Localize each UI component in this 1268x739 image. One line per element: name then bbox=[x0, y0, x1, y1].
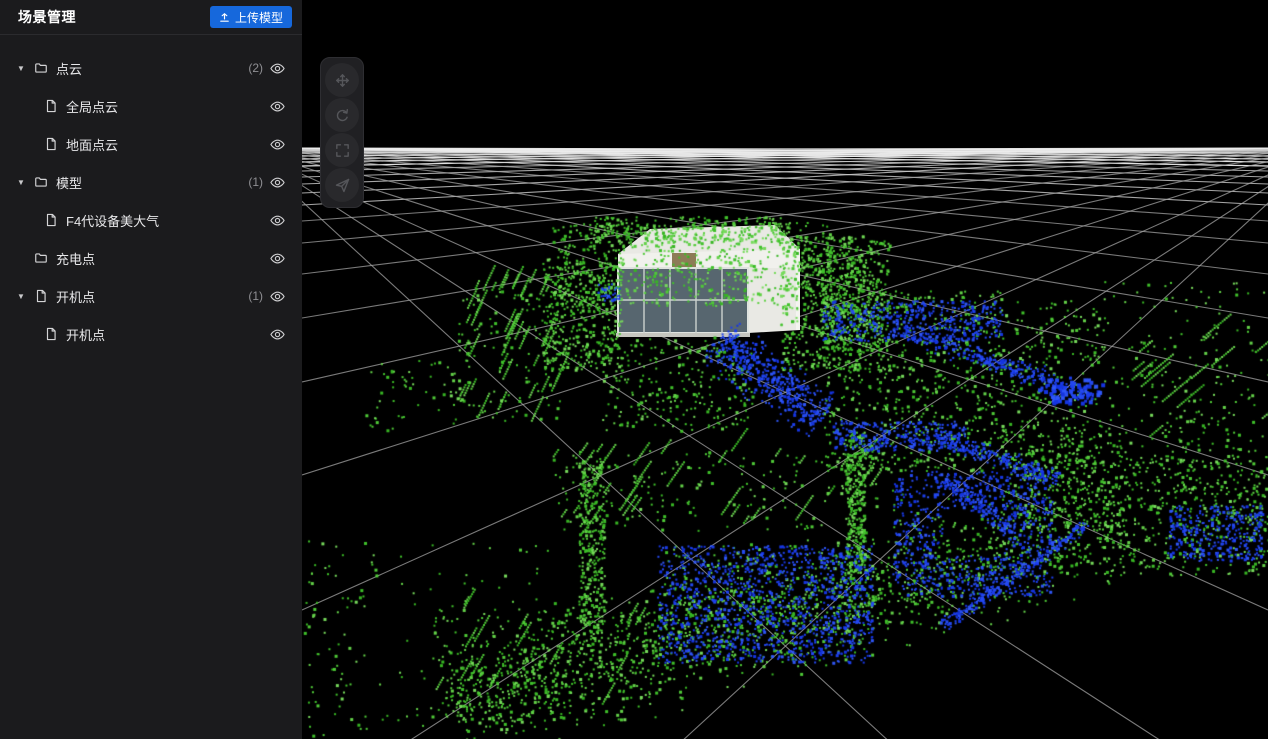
pan-button[interactable] bbox=[325, 63, 359, 97]
visibility-eye-icon[interactable] bbox=[270, 326, 286, 342]
file-icon bbox=[34, 289, 49, 304]
fit-view-icon bbox=[334, 142, 351, 159]
page-title: 场景管理 bbox=[18, 7, 76, 27]
expander-icon[interactable]: ▼ bbox=[17, 178, 31, 187]
tree-row-7[interactable]: 开机点 bbox=[0, 315, 302, 353]
tree-node-label: 开机点 bbox=[56, 287, 95, 306]
child-count: (1) bbox=[248, 175, 263, 189]
tree-node-label: 充电点 bbox=[56, 249, 95, 268]
tree-node-label: 点云 bbox=[56, 59, 82, 78]
pan-icon bbox=[334, 72, 351, 89]
visibility-eye-icon[interactable] bbox=[270, 212, 286, 228]
scene-tree: ▼ 点云 (2) 全局点云地面点云 ▼ 模型 (1) F4代设备美大气充电点 ▼ 开机点 (1) 开机… bbox=[0, 35, 302, 353]
file-icon bbox=[44, 137, 59, 152]
folder-icon bbox=[34, 175, 49, 190]
pointcloud-canvas[interactable] bbox=[302, 0, 1268, 739]
navigate-button[interactable] bbox=[325, 168, 359, 202]
visibility-eye-icon[interactable] bbox=[270, 98, 286, 114]
scene-manager-app: 场景管理 上传模型 ▼ 点云 (2) 全局点云地面点云 ▼ 模型 (1) F4代设备美大气充电… bbox=[0, 0, 1268, 739]
file-icon bbox=[44, 99, 59, 114]
upload-icon bbox=[219, 12, 230, 23]
child-count: (1) bbox=[248, 289, 263, 303]
visibility-eye-icon[interactable] bbox=[270, 288, 286, 304]
visibility-eye-icon[interactable] bbox=[270, 60, 286, 76]
tree-node-label: 全局点云 bbox=[66, 97, 118, 116]
navigate-icon bbox=[334, 177, 351, 194]
tree-row-5[interactable]: 充电点 bbox=[0, 239, 302, 277]
rotate-icon bbox=[334, 107, 351, 124]
upload-button-label: 上传模型 bbox=[235, 9, 283, 26]
tree-row-4[interactable]: F4代设备美大气 bbox=[0, 201, 302, 239]
rotate-button[interactable] bbox=[325, 98, 359, 132]
3d-viewport[interactable] bbox=[302, 0, 1268, 739]
fit-view-button[interactable] bbox=[325, 133, 359, 167]
folder-icon bbox=[34, 251, 49, 266]
expander-icon[interactable]: ▼ bbox=[17, 64, 31, 73]
tree-node-label: 模型 bbox=[56, 173, 82, 192]
sidebar-header: 场景管理 上传模型 bbox=[0, 0, 302, 35]
file-icon bbox=[44, 213, 59, 228]
child-count: (2) bbox=[248, 61, 263, 75]
visibility-eye-icon[interactable] bbox=[270, 250, 286, 266]
folder-icon bbox=[34, 61, 49, 76]
tree-row-6[interactable]: ▼ 开机点 (1) bbox=[0, 277, 302, 315]
tree-row-3[interactable]: ▼ 模型 (1) bbox=[0, 163, 302, 201]
tree-node-label: F4代设备美大气 bbox=[66, 211, 159, 230]
tree-row-2[interactable]: 地面点云 bbox=[0, 125, 302, 163]
visibility-eye-icon[interactable] bbox=[270, 136, 286, 152]
file-icon bbox=[44, 327, 59, 342]
sidebar: 场景管理 上传模型 ▼ 点云 (2) 全局点云地面点云 ▼ 模型 (1) F4代设备美大气充电… bbox=[0, 0, 302, 739]
upload-model-button[interactable]: 上传模型 bbox=[210, 6, 292, 28]
tree-node-label: 地面点云 bbox=[66, 135, 118, 154]
visibility-eye-icon[interactable] bbox=[270, 174, 286, 190]
expander-icon[interactable]: ▼ bbox=[17, 292, 31, 301]
tree-row-0[interactable]: ▼ 点云 (2) bbox=[0, 49, 302, 87]
view-toolbar bbox=[320, 57, 364, 208]
tree-row-1[interactable]: 全局点云 bbox=[0, 87, 302, 125]
tree-node-label: 开机点 bbox=[66, 325, 105, 344]
